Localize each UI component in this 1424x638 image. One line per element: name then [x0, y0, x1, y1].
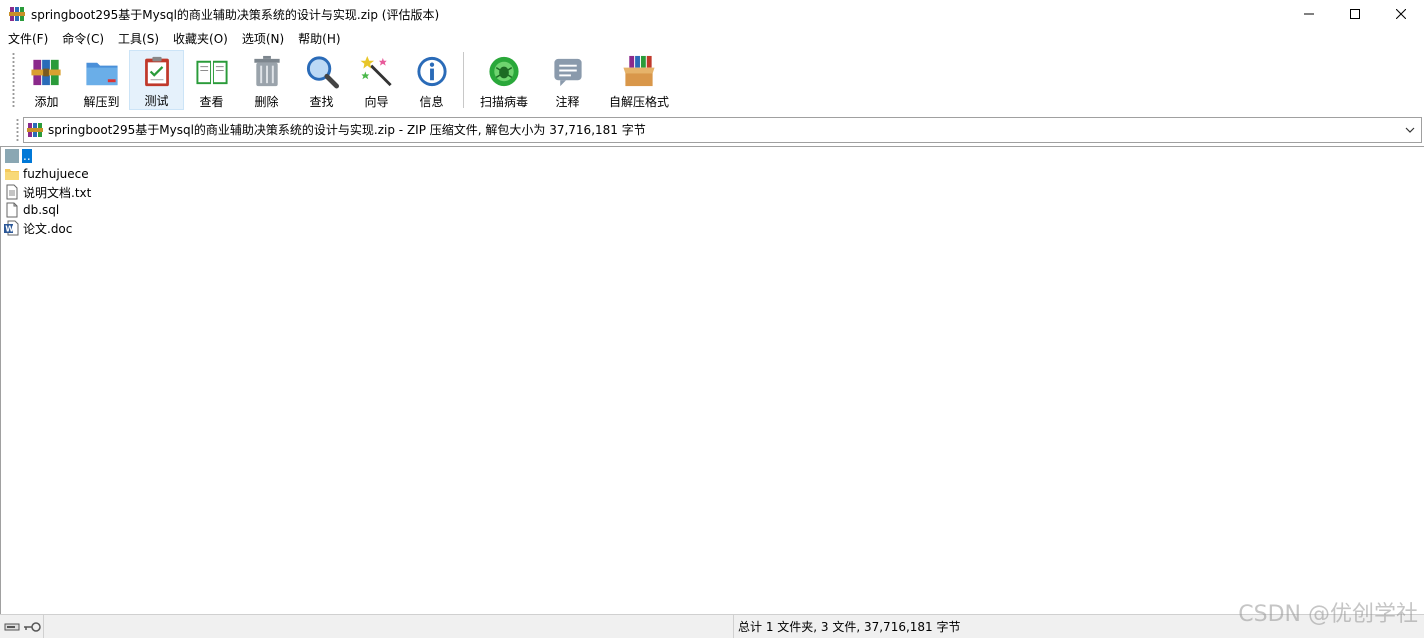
info-button[interactable]: 信息 [404, 50, 459, 110]
list-item-file[interactable]: db.sql [4, 201, 60, 219]
add-archive-icon [30, 59, 61, 86]
virus-scan-label: 扫描病毒 [479, 95, 528, 109]
file-list[interactable]: .. fuzhujuece 说明文档.txt db.sql W 论文.doc [0, 146, 1424, 614]
menu-bar: 文件(F) 命令(C) 工具(S) 收藏夹(O) 选项(N) 帮助(H) [0, 28, 1424, 48]
list-item-file[interactable]: 说明文档.txt [4, 183, 92, 201]
info-label: 信息 [419, 95, 444, 109]
virus-scan-icon [489, 56, 519, 87]
status-selection-pane [44, 614, 734, 638]
delete-label: 删除 [254, 95, 279, 109]
file-name: db.sql [23, 203, 60, 217]
menu-commands[interactable]: 命令(C) [62, 30, 104, 47]
sfx-label: 自解压格式 [608, 95, 669, 109]
virus-scan-button[interactable]: 扫描病毒 [468, 50, 540, 110]
minimize-button[interactable] [1286, 0, 1332, 28]
sfx-button[interactable]: 自解压格式 [595, 50, 683, 110]
info-icon [416, 56, 447, 87]
chevron-down-icon[interactable] [1403, 123, 1417, 137]
word-document-icon: W [4, 220, 19, 236]
title-bar: springboot295基于Mysql的商业辅助决策系统的设计与实现.zip … [0, 0, 1424, 28]
extract-to-label: 解压到 [83, 95, 120, 109]
view-label: 查看 [199, 95, 224, 109]
status-icons [0, 614, 44, 638]
close-icon [1396, 9, 1406, 19]
view-button[interactable]: 查看 [184, 50, 239, 110]
address-combobox[interactable]: springboot295基于Mysql的商业辅助决策系统的设计与实现.zip … [23, 116, 1422, 143]
file-name: 说明文档.txt [23, 185, 92, 200]
menu-tools[interactable]: 工具(S) [118, 30, 159, 47]
add-label: 添加 [34, 95, 59, 109]
view-book-icon [195, 60, 228, 85]
find-button[interactable]: 查找 [294, 50, 349, 110]
address-grip[interactable] [16, 117, 19, 142]
comment-button[interactable]: 注释 [540, 50, 595, 110]
trash-icon [253, 55, 280, 87]
delete-button[interactable]: 删除 [239, 50, 294, 110]
key-icon[interactable] [23, 621, 41, 633]
archive-icon [27, 122, 43, 137]
file-name: .. [22, 149, 32, 163]
comment-icon [553, 58, 582, 87]
folder-icon [5, 169, 19, 180]
parent-folder-icon [5, 149, 19, 163]
find-label: 查找 [309, 95, 334, 109]
blank-file-icon [6, 202, 18, 218]
menu-favorites[interactable]: 收藏夹(O) [173, 30, 228, 47]
address-text: springboot295基于Mysql的商业辅助决策系统的设计与实现.zip … [48, 123, 646, 137]
toolbar: 添加 解压到 测试 查看 删除 查找 向导 信息 扫描病毒 注释 自解压格式 [0, 48, 1424, 114]
toolbar-grip[interactable] [12, 52, 15, 108]
svg-text:W: W [5, 225, 14, 234]
address-bar-row: springboot295基于Mysql的商业辅助决策系统的设计与实现.zip … [0, 114, 1424, 145]
file-name: 论文.doc [23, 221, 73, 236]
menu-options[interactable]: 选项(N) [242, 30, 284, 47]
sfx-box-icon [623, 55, 655, 87]
status-bar: 总计 1 文件夹, 3 文件, 37,716,181 字节 [0, 614, 1424, 638]
minimize-icon [1304, 13, 1314, 15]
list-item-file[interactable]: W 论文.doc [4, 219, 73, 237]
list-item-folder[interactable]: fuzhujuece [4, 165, 90, 183]
test-button[interactable]: 测试 [129, 50, 184, 110]
window-title: springboot295基于Mysql的商业辅助决策系统的设计与实现.zip … [31, 7, 440, 22]
text-file-icon [6, 184, 18, 200]
close-button[interactable] [1378, 0, 1424, 28]
extract-to-icon [85, 62, 118, 86]
wizard-label: 向导 [364, 95, 389, 109]
menu-file[interactable]: 文件(F) [8, 30, 48, 47]
add-button[interactable]: 添加 [19, 50, 74, 110]
watermark: CSDN @优创学社 [1238, 602, 1418, 627]
list-item-parent[interactable]: .. [4, 147, 32, 165]
maximize-icon [1350, 9, 1360, 19]
wizard-button[interactable]: 向导 [349, 50, 404, 110]
wizard-wand-icon [359, 55, 392, 87]
test-label: 测试 [144, 94, 169, 108]
file-name: fuzhujuece [23, 167, 89, 181]
drive-icon[interactable] [4, 621, 20, 633]
test-icon [144, 56, 169, 87]
find-magnifier-icon [306, 56, 339, 89]
comment-label: 注释 [555, 95, 580, 109]
menu-help[interactable]: 帮助(H) [298, 30, 340, 47]
extract-to-button[interactable]: 解压到 [74, 50, 129, 110]
winrar-app-icon [9, 7, 25, 21]
toolbar-separator [463, 52, 464, 108]
maximize-button[interactable] [1332, 0, 1378, 28]
